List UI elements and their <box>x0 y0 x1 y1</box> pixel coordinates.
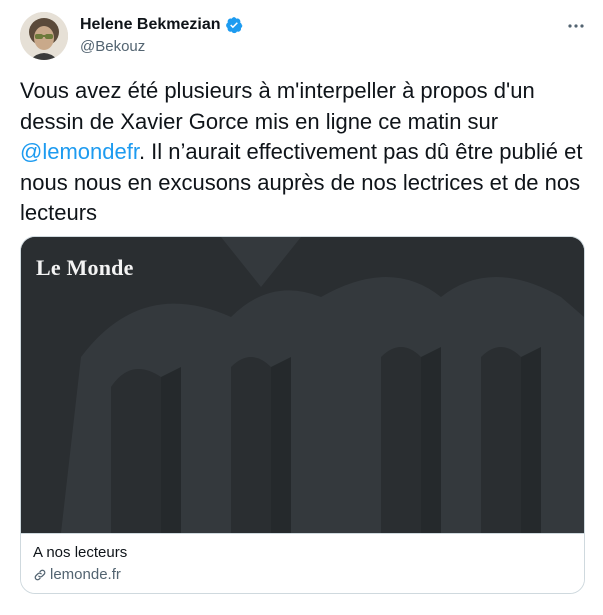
avatar-photo-icon <box>20 12 68 60</box>
author-name[interactable]: Helene Bekmezian <box>80 16 221 34</box>
more-options-icon[interactable] <box>566 16 586 36</box>
link-icon <box>34 569 46 580</box>
author-avatar[interactable] <box>20 12 68 60</box>
author-name-row: Helene Bekmezian <box>80 16 243 34</box>
card-footer[interactable]: A nos lecteurs lemonde.fr <box>21 533 584 593</box>
tweet-text-part: Vous avez été plusieurs à m'interpeller … <box>20 78 535 134</box>
link-card[interactable]: Le Monde A nos lecteurs lemonde.fr <box>20 236 585 594</box>
card-title[interactable]: A nos lecteurs <box>33 544 127 561</box>
le-monde-m-watermark <box>21 237 584 533</box>
author-handle[interactable]: @Bekouz <box>80 38 145 55</box>
card-domain[interactable]: lemonde.fr <box>33 566 121 583</box>
card-domain-text: lemonde.fr <box>50 566 121 583</box>
tweet-text: Vous avez été plusieurs à m'interpeller … <box>20 76 586 229</box>
card-image[interactable]: Le Monde <box>21 237 584 533</box>
tweet: Helene Bekmezian @Bekouz Vous avez été p… <box>0 0 603 615</box>
verified-badge-icon <box>225 17 242 34</box>
mention-link[interactable]: @lemondefr <box>20 139 139 164</box>
le-monde-logo: Le Monde <box>36 255 134 280</box>
